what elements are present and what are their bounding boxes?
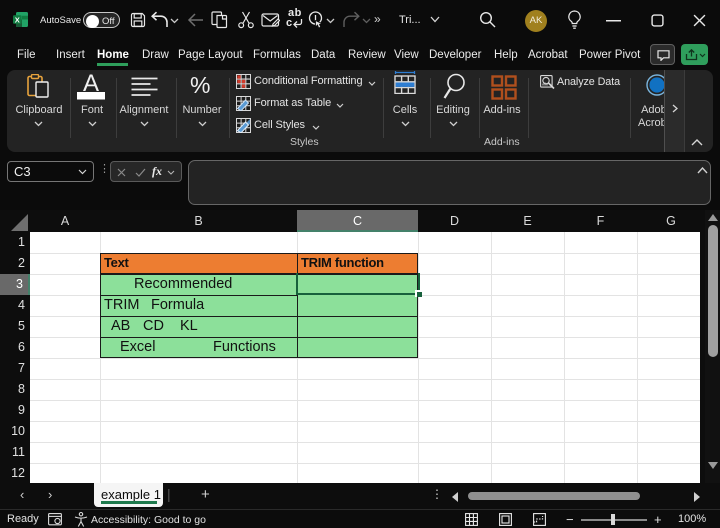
svg-text:X: X bbox=[15, 15, 20, 24]
